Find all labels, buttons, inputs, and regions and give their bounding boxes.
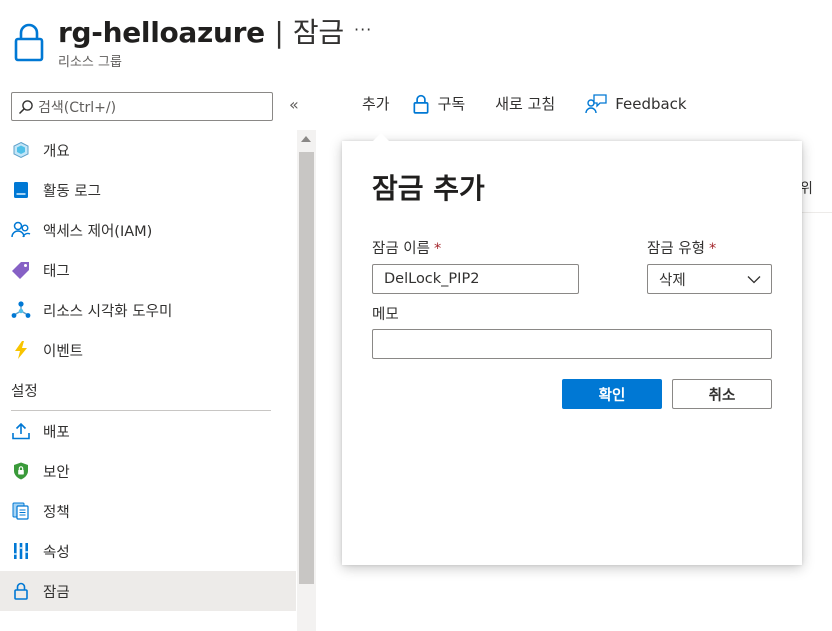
search-icon [18, 99, 33, 114]
sidebar-item-label: 태그 [43, 263, 70, 280]
lock-type-dropdown[interactable]: 삭제 [647, 264, 772, 294]
sidebar-item-locks[interactable]: 잠금 [0, 571, 296, 611]
callout-caret [372, 133, 390, 142]
sidebar-item-policies[interactable]: 정책 [0, 491, 296, 531]
sidebar-item-label: 정책 [43, 504, 70, 521]
sidebar-item-label: 액세스 제어(IAM) [43, 223, 153, 240]
lock-icon [14, 23, 44, 62]
cancel-button[interactable]: 취소 [672, 379, 772, 409]
sidebar-section-settings: 설정 [11, 383, 38, 400]
lock-icon [11, 581, 31, 601]
add-label: 추가 [362, 95, 390, 113]
activity-log-icon [11, 180, 31, 200]
feedback-label: Feedback [615, 94, 687, 113]
sidebar-item-activity-log[interactable]: 활동 로그 [0, 170, 296, 210]
tag-icon [11, 260, 31, 280]
search-input[interactable]: 검색(Ctrl+/) [11, 92, 273, 121]
lock-name-label: 잠금 이름 * [372, 237, 441, 258]
lock-type-label-text: 잠금 유형 [647, 241, 705, 257]
title-separator: | [274, 16, 284, 49]
sidebar-item-label: 배포 [43, 424, 70, 441]
search-placeholder: 검색(Ctrl+/) [38, 99, 117, 116]
sidebar-item-label: 리소스 시각화 도우미 [43, 303, 173, 320]
refresh-button[interactable]: 새로 고침 [495, 93, 555, 114]
page-subtitle: 리소스 그룹 [58, 55, 122, 70]
collapse-sidebar-button[interactable]: « [289, 95, 299, 114]
subscription-label: 구독 [437, 95, 466, 113]
resource-visualizer-icon [11, 300, 31, 320]
panel-title: 잠금 추가 [372, 172, 485, 205]
sidebar-item-label: 이벤트 [43, 343, 84, 360]
sidebar-item-label: 보안 [43, 464, 70, 481]
lightning-icon [11, 340, 31, 360]
resource-name: rg-helloazure [58, 16, 265, 49]
lock-name-label-text: 잠금 이름 [372, 241, 430, 257]
sidebar-item-properties[interactable]: 속성 [0, 531, 296, 571]
scroll-up-arrow-icon[interactable] [301, 136, 311, 142]
refresh-label: 새로 고침 [495, 95, 556, 113]
add-lock-button[interactable]: 추가 [362, 93, 390, 114]
sidebar-item-overview[interactable]: 개요 [0, 130, 296, 170]
sidebar-scrollbar[interactable] [297, 130, 316, 631]
page-title: rg-helloazure | 잠금 [58, 11, 344, 51]
required-marker: * [708, 241, 717, 257]
blade-title: 잠금 [292, 16, 344, 49]
feedback-person-icon [585, 93, 607, 113]
sidebar-item-label: 속성 [43, 544, 70, 561]
lock-type-label: 잠금 유형 * [647, 237, 716, 258]
ok-button[interactable]: 확인 [562, 379, 662, 409]
properties-bars-icon [11, 541, 31, 561]
add-lock-panel: 잠금 추가 잠금 이름 * 잠금 유형 * DelLock_PIP2 삭제 메모 확… [342, 141, 802, 565]
more-options-button[interactable]: ··· [354, 20, 372, 39]
sidebar-item-label: 개요 [43, 143, 70, 160]
sidebar-item-events[interactable]: 이벤트 [0, 330, 296, 370]
sidebar-item-label: 잠금 [43, 584, 70, 601]
notes-label: 메모 [372, 307, 399, 323]
sidebar-item-deployments[interactable]: 배포 [0, 411, 296, 451]
policy-icon [11, 501, 31, 521]
notes-input[interactable] [372, 329, 772, 359]
iam-people-icon [11, 220, 31, 240]
sidebar-item-tags[interactable]: 태그 [0, 250, 296, 290]
shield-icon [11, 461, 31, 481]
required-marker: * [433, 241, 442, 257]
sidebar-nav: 개요 활동 로그 액세스 제어(IAM) 태그 리소스 시각화 도우미 이벤트 … [0, 130, 296, 611]
chevron-down-icon [747, 276, 761, 284]
command-bar: 추가 구독 새로 고침 Feedback [362, 93, 717, 114]
feedback-button[interactable]: Feedback [585, 93, 687, 114]
sidebar-item-iam[interactable]: 액세스 제어(IAM) [0, 210, 296, 250]
background-divider [800, 212, 832, 213]
lock-icon [413, 94, 429, 114]
sidebar-item-resource-visualizer[interactable]: 리소스 시각화 도우미 [0, 290, 296, 330]
sidebar-item-security[interactable]: 보안 [0, 451, 296, 491]
lock-name-input[interactable]: DelLock_PIP2 [372, 264, 579, 294]
subscription-button[interactable]: 구독 [412, 93, 466, 114]
sidebar-item-label: 활동 로그 [43, 183, 101, 200]
lock-type-value: 삭제 [659, 272, 686, 289]
lock-name-value: DelLock_PIP2 [384, 271, 480, 287]
scrollbar-thumb[interactable] [299, 152, 314, 584]
deploy-upload-icon [11, 421, 31, 441]
overview-cube-icon [11, 140, 31, 160]
